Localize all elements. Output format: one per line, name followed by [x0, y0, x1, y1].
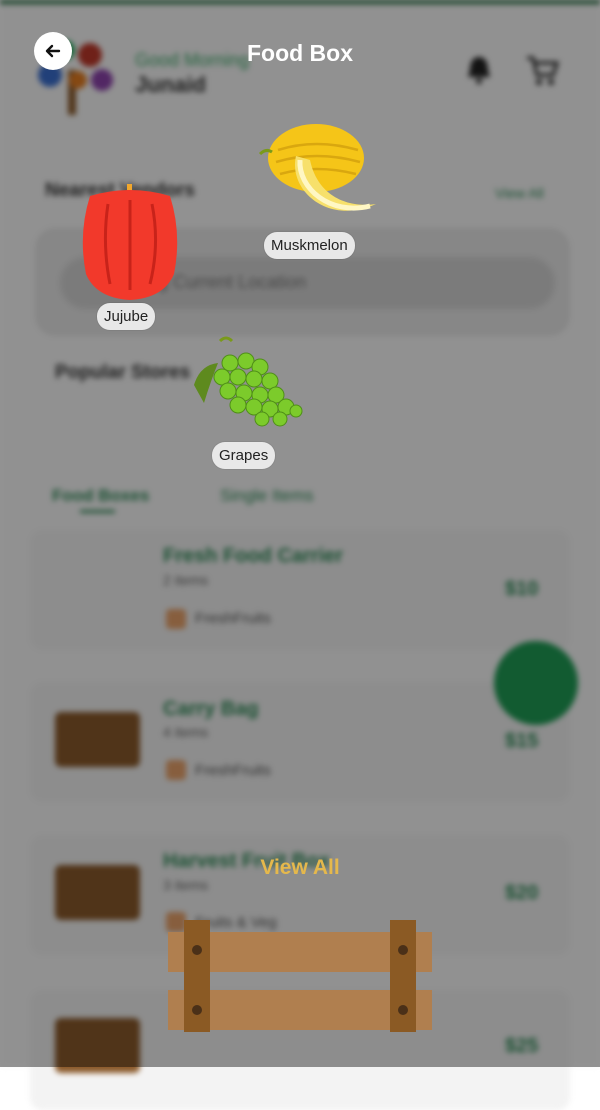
page-title: Food Box	[246, 40, 354, 66]
jujube-icon[interactable]	[78, 184, 183, 304]
fruit-label-grapes: Grapes	[212, 442, 276, 469]
grapes-icon[interactable]	[190, 333, 306, 431]
crate-icon	[168, 920, 432, 1032]
fruit-label-muskmelon: Muskmelon	[264, 232, 355, 259]
fruit-label-jujube: Jujube	[97, 303, 156, 330]
muskmelon-icon[interactable]	[258, 120, 378, 225]
view-all-button[interactable]: View All	[0, 856, 600, 880]
